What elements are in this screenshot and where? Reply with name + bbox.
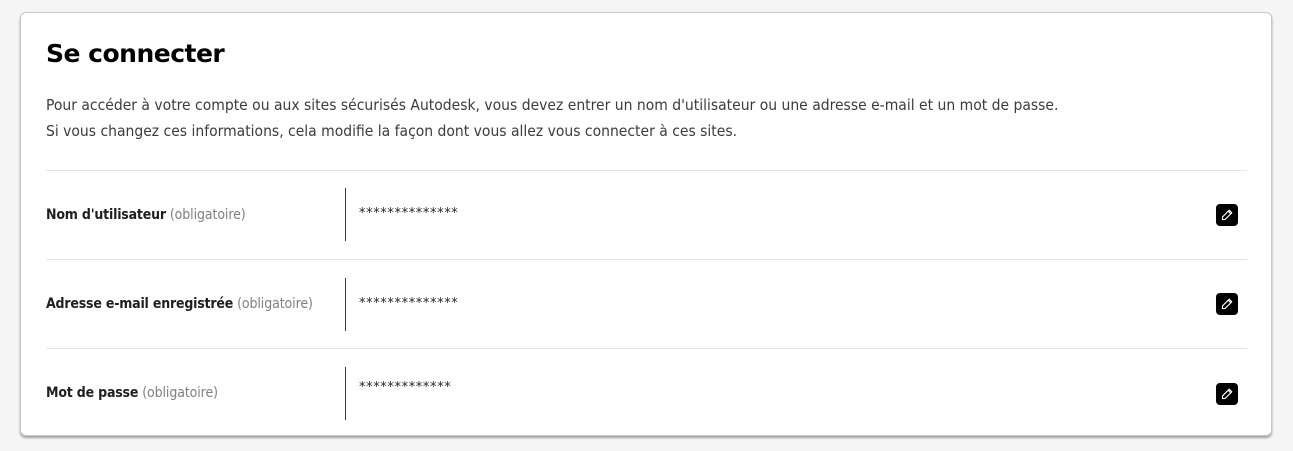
field-label: Nom d'utilisateur <box>46 207 166 223</box>
sign-in-card: Se connecter Pour accéder à votre compte… <box>20 12 1272 436</box>
password-row: Mot de passe (obligatoire) ************* <box>46 349 1247 437</box>
password-value: ************* <box>359 380 452 395</box>
email-value: ************** <box>359 296 459 311</box>
password-label: Mot de passe (obligatoire) <box>46 349 218 437</box>
required-hint: (obligatoire) <box>237 296 313 312</box>
description-line-1: Pour accéder à votre compte ou aux sites… <box>46 96 1059 114</box>
section-description: Pour accéder à votre compte ou aux sites… <box>46 92 1246 144</box>
username-label: Nom d'utilisateur (obligatoire) <box>46 171 246 259</box>
username-value: ************** <box>359 206 459 221</box>
field-separator <box>345 367 346 420</box>
edit-username-button[interactable] <box>1216 204 1238 226</box>
description-line-2: Si vous changez ces informations, cela m… <box>46 122 738 140</box>
required-hint: (obligatoire) <box>142 385 218 401</box>
edit-email-button[interactable] <box>1216 293 1238 315</box>
pencil-icon <box>1221 209 1233 221</box>
pencil-icon <box>1221 388 1233 400</box>
field-label: Mot de passe <box>46 385 139 401</box>
email-row: Adresse e-mail enregistrée (obligatoire)… <box>46 260 1247 348</box>
section-title: Se connecter <box>46 39 225 68</box>
required-hint: (obligatoire) <box>169 207 246 223</box>
field-separator <box>345 188 346 241</box>
field-separator <box>345 278 346 331</box>
pencil-icon <box>1221 298 1233 310</box>
username-row: Nom d'utilisateur (obligatoire) ********… <box>46 171 1247 259</box>
email-label: Adresse e-mail enregistrée (obligatoire) <box>46 260 313 348</box>
field-label: Adresse e-mail enregistrée <box>46 296 234 312</box>
edit-password-button[interactable] <box>1216 383 1238 405</box>
